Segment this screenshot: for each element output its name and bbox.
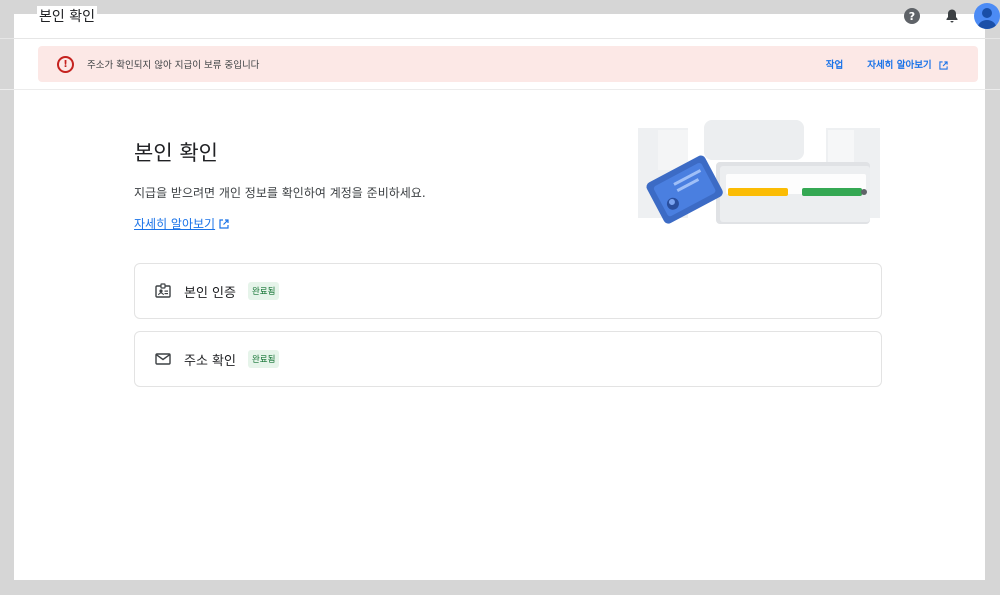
external-link-icon — [939, 61, 948, 70]
alert-action-button[interactable]: 작업 — [826, 57, 843, 71]
id-badge-icon — [155, 283, 171, 298]
identity-illustration — [638, 120, 880, 224]
alert-learn-more-label: 자세히 알아보기 — [867, 60, 932, 71]
alert-actions: 작업 자세히 알아보기 — [826, 57, 948, 71]
top-app-bar: 본인 확인 ? — [0, 0, 1000, 34]
main-title: 본인 확인 — [134, 141, 218, 165]
address-verification-card[interactable]: 주소 확인 완료됨 — [134, 331, 882, 387]
top-actions: ? — [904, 2, 1000, 30]
help-icon[interactable]: ? — [904, 8, 920, 24]
alert-message: 주소가 확인되지 않아 지급이 보류 중입니다 — [87, 60, 260, 71]
envelope-icon — [155, 353, 171, 365]
error-icon: ! — [57, 55, 74, 73]
alert-divider — [0, 89, 1000, 90]
external-link-icon — [219, 218, 229, 229]
learn-more-link[interactable]: 자세히 알아보기 — [134, 215, 229, 232]
identity-verification-card[interactable]: 본인 인증 완료됨 — [134, 263, 882, 319]
bell-icon[interactable] — [944, 8, 960, 24]
card-label: 주소 확인 — [184, 353, 236, 369]
status-badge: 완료됨 — [247, 350, 280, 368]
alert-learn-more-link[interactable]: 자세히 알아보기 — [867, 57, 948, 71]
card-label: 본인 인증 — [184, 285, 236, 301]
avatar[interactable] — [974, 3, 1000, 29]
status-badge: 완료됨 — [247, 282, 280, 300]
alert-banner: ! 주소가 확인되지 않아 지급이 보류 중입니다 작업 자세히 알아보기 — [38, 46, 978, 82]
page-title: 본인 확인 — [37, 6, 97, 26]
learn-more-label: 자세히 알아보기 — [134, 217, 216, 231]
header-divider — [0, 38, 1000, 39]
main-description: 지급을 받으려면 개인 정보를 확인하여 계정을 준비하세요. — [134, 186, 426, 200]
